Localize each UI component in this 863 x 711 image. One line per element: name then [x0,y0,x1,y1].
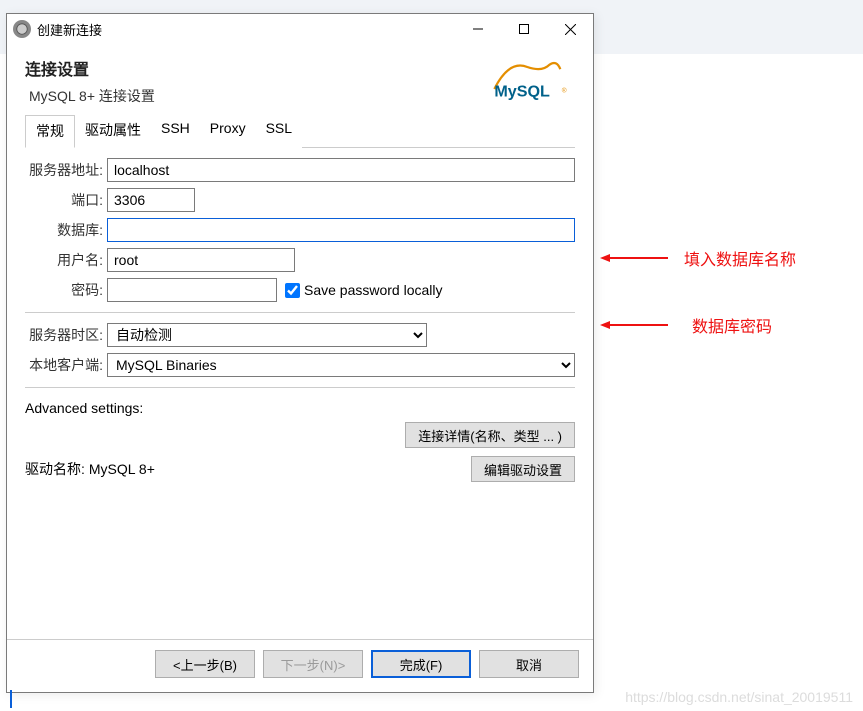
mysql-logo-icon: MySQL ® [487,56,575,105]
timezone-label: 服务器时区: [25,325,107,345]
timezone-select[interactable]: 自动检测 [107,323,427,347]
arrow-left-icon [600,252,668,264]
svg-text:MySQL: MySQL [494,82,550,100]
minimize-button[interactable] [455,14,501,44]
wizard-footer: <上一步(B) 下一步(N)> 完成(F) 取消 [7,639,593,692]
database-label: 数据库: [25,220,107,240]
tab-ssl[interactable]: SSL [256,115,302,148]
local-client-label: 本地客户端: [25,355,107,375]
username-label: 用户名: [25,250,107,270]
window-title: 创建新连接 [37,20,455,39]
port-input[interactable] [107,188,195,212]
next-button[interactable]: 下一步(N)> [263,650,363,678]
connection-dialog: 创建新连接 连接设置 MySQL 8+ 连接设置 MySQL ® 常规 驱动属性… [6,13,594,693]
edit-driver-button[interactable]: 编辑驱动设置 [471,456,575,482]
advanced-heading: Advanced settings: [25,398,575,422]
maximize-button[interactable] [501,14,547,44]
connection-details-button[interactable]: 连接详情(名称、类型 ... ) [405,422,575,448]
watermark: https://blog.csdn.net/sinat_20019511 [625,689,853,705]
app-icon [13,20,31,38]
close-button[interactable] [547,14,593,44]
driver-name-label: 驱动名称: [25,459,85,479]
password-label: 密码: [25,280,107,300]
host-label: 服务器地址: [25,160,107,180]
separator [25,387,575,388]
finish-button[interactable]: 完成(F) [371,650,471,678]
driver-name-value: MySQL 8+ [89,461,471,477]
tab-driver-props[interactable]: 驱动属性 [75,115,151,148]
back-button[interactable]: <上一步(B) [155,650,255,678]
save-password-checkbox[interactable]: Save password locally [285,282,443,298]
arrow-left-icon [600,319,668,331]
annotation-database: 填入数据库名称 [600,246,796,270]
save-password-check[interactable] [285,283,300,298]
local-client-select[interactable]: MySQL Binaries [107,353,575,377]
form-panel: 服务器地址: 端口: 数据库: 用户名: 密码: Save password l… [7,148,593,482]
tab-proxy[interactable]: Proxy [200,115,256,148]
svg-text:®: ® [562,87,567,95]
save-password-label: Save password locally [304,282,443,298]
separator [25,312,575,313]
cancel-button[interactable]: 取消 [479,650,579,678]
password-input[interactable] [107,278,277,302]
annotation-password: 数据库密码 [600,313,772,337]
tab-ssh[interactable]: SSH [151,115,200,148]
header-title: 连接设置 [25,56,487,80]
text-cursor [10,690,12,708]
host-input[interactable] [107,158,575,182]
database-input[interactable] [107,218,575,242]
port-label: 端口: [25,190,107,210]
username-input[interactable] [107,248,295,272]
title-bar: 创建新连接 [7,14,593,44]
tab-general[interactable]: 常规 [25,115,75,148]
dialog-header: 连接设置 MySQL 8+ 连接设置 MySQL ® [7,44,593,114]
header-subtitle: MySQL 8+ 连接设置 [25,86,487,106]
tab-bar: 常规 驱动属性 SSH Proxy SSL [25,114,575,148]
